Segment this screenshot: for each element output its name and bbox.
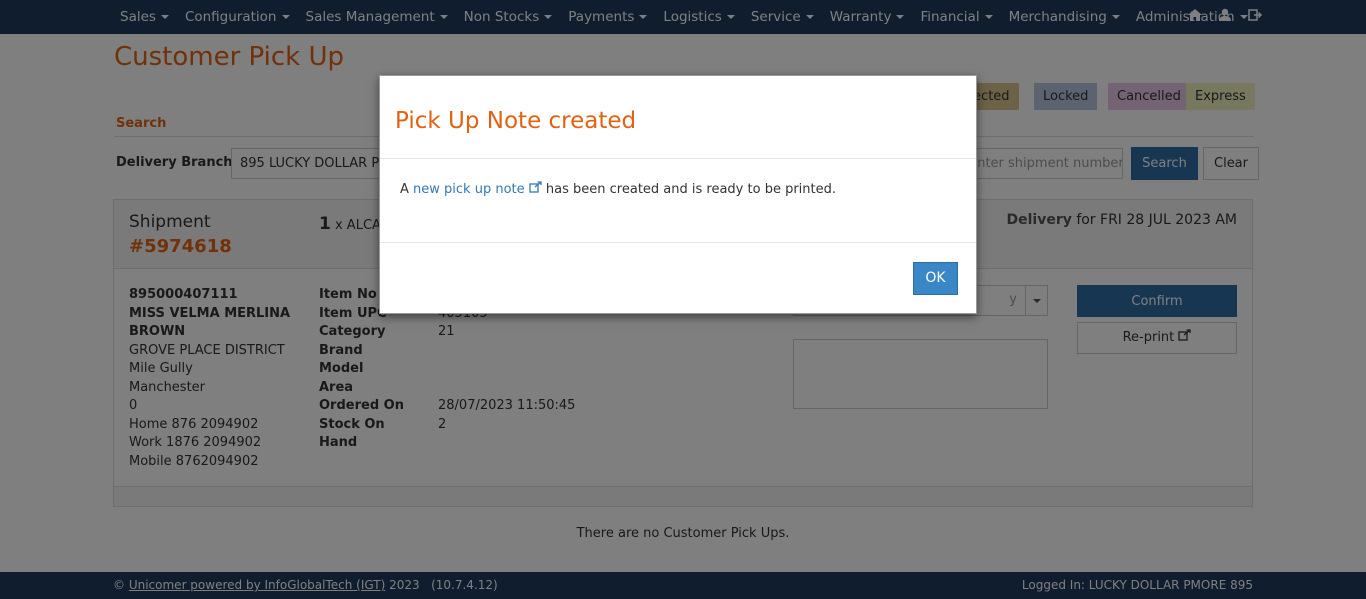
modal-divider: [380, 242, 976, 243]
new-pickup-note-link-label: new pick up note: [413, 182, 525, 197]
ok-button[interactable]: OK: [913, 262, 958, 295]
modal-title: Pick Up Note created: [395, 108, 637, 134]
external-link-icon: [529, 181, 542, 197]
pickup-note-modal: Pick Up Note created A new pick up note …: [379, 75, 977, 314]
modal-body: A new pick up note has been created and …: [400, 181, 836, 197]
modal-body-suffix: has been created and is ready to be prin…: [545, 182, 837, 197]
modal-divider: [380, 158, 976, 159]
modal-body-prefix: A: [400, 182, 409, 197]
new-pickup-note-link[interactable]: new pick up note: [413, 181, 542, 197]
